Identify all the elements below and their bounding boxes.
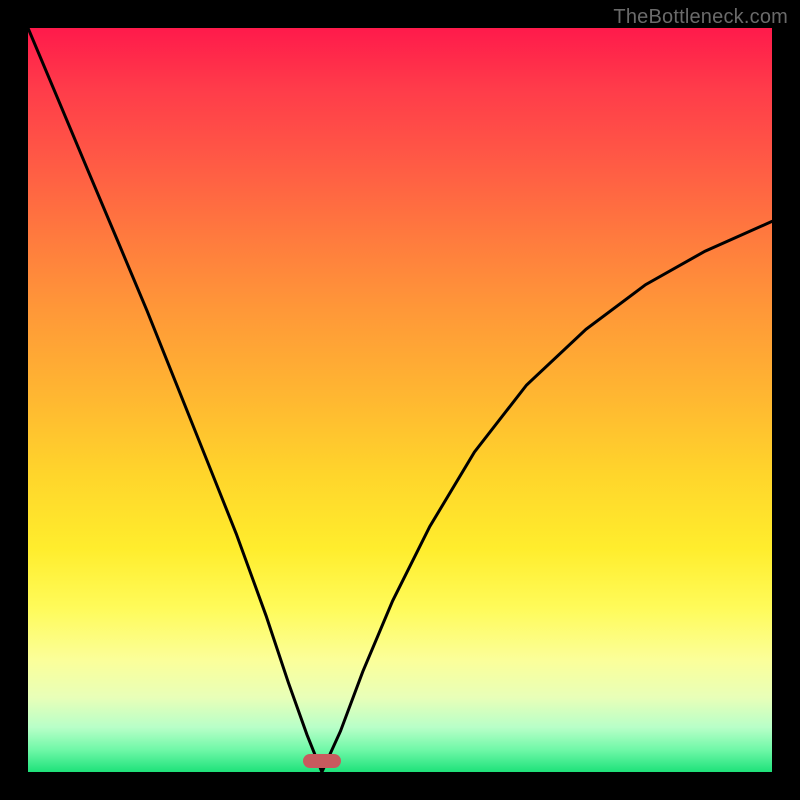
curve-left-branch bbox=[28, 28, 322, 772]
chart-frame: TheBottleneck.com bbox=[0, 0, 800, 800]
curve-right-branch bbox=[322, 221, 772, 772]
optimum-marker bbox=[303, 754, 341, 768]
bottleneck-curve bbox=[28, 28, 772, 772]
plot-area bbox=[28, 28, 772, 772]
watermark-text: TheBottleneck.com bbox=[613, 6, 788, 29]
